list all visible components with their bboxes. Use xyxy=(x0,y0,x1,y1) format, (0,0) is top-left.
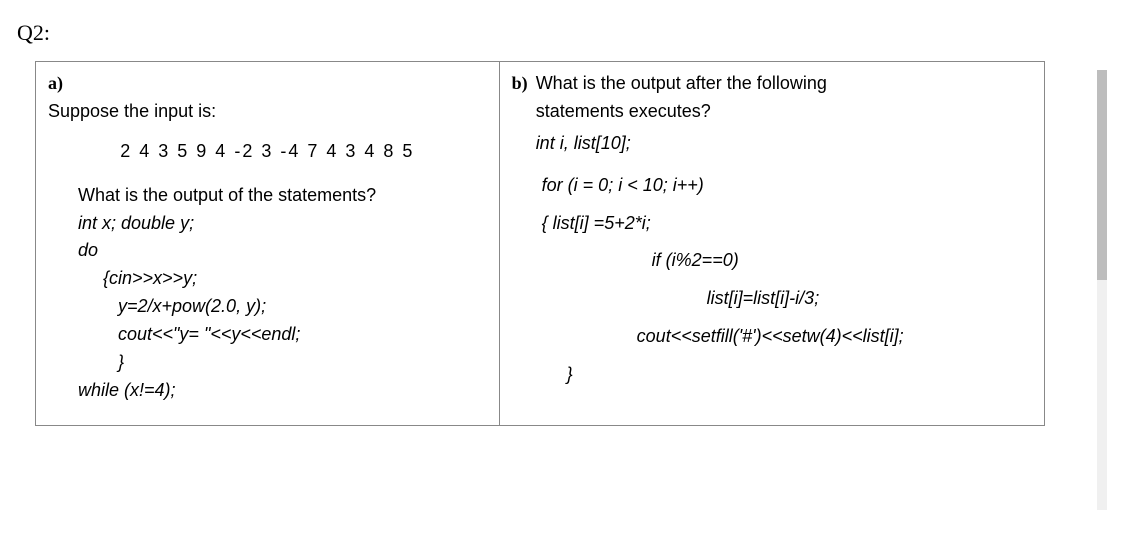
cell-a: a) Suppose the input is: 2 4 3 5 9 4 -2 … xyxy=(36,62,500,425)
a-code-l6: } xyxy=(48,349,487,377)
a-code-l5: cout<<"y= "<<y<<endl; xyxy=(48,321,487,349)
a-input-line: 2 4 3 5 9 4 -2 3 -4 7 4 3 4 8 5 xyxy=(48,138,487,166)
b-code-l5: list[i]=list[i]-i/3; xyxy=(512,285,1032,313)
b-question-line2: statements executes? xyxy=(536,98,827,126)
b-code-l2: for (i = 0; i < 10; i++) xyxy=(512,172,1032,200)
a-code-l2: do xyxy=(48,237,487,265)
question-table: a) Suppose the input is: 2 4 3 5 9 4 -2 … xyxy=(35,61,1045,426)
part-b-label: b) xyxy=(512,70,536,158)
scrollbar-track[interactable] xyxy=(1097,70,1107,510)
a-code-l3: {cin>>x>>y; xyxy=(48,265,487,293)
a-code-l7: while (x!=4); xyxy=(48,377,487,405)
a-code-l4: y=2/x+pow(2.0, y); xyxy=(48,293,487,321)
b-code-l6: cout<<setfill('#')<<setw(4)<<list[i]; xyxy=(512,323,1032,351)
b-code-l4: if (i%2==0) xyxy=(512,247,1032,275)
question-label: Q2: xyxy=(17,20,1100,46)
a-question: What is the output of the statements? xyxy=(48,182,487,210)
part-a-label: a) xyxy=(48,73,63,93)
b-code-l3: { list[i] =5+2*i; xyxy=(512,210,1032,238)
a-code-l1: int x; double y; xyxy=(48,210,487,238)
b-code-l1: int i, list[10]; xyxy=(536,130,827,158)
scrollbar-thumb[interactable] xyxy=(1097,70,1107,280)
a-intro: Suppose the input is: xyxy=(48,98,487,126)
cell-b: b) What is the output after the followin… xyxy=(500,62,1044,425)
b-code-l7: } xyxy=(512,361,1032,389)
b-question-line1: What is the output after the following xyxy=(536,70,827,98)
